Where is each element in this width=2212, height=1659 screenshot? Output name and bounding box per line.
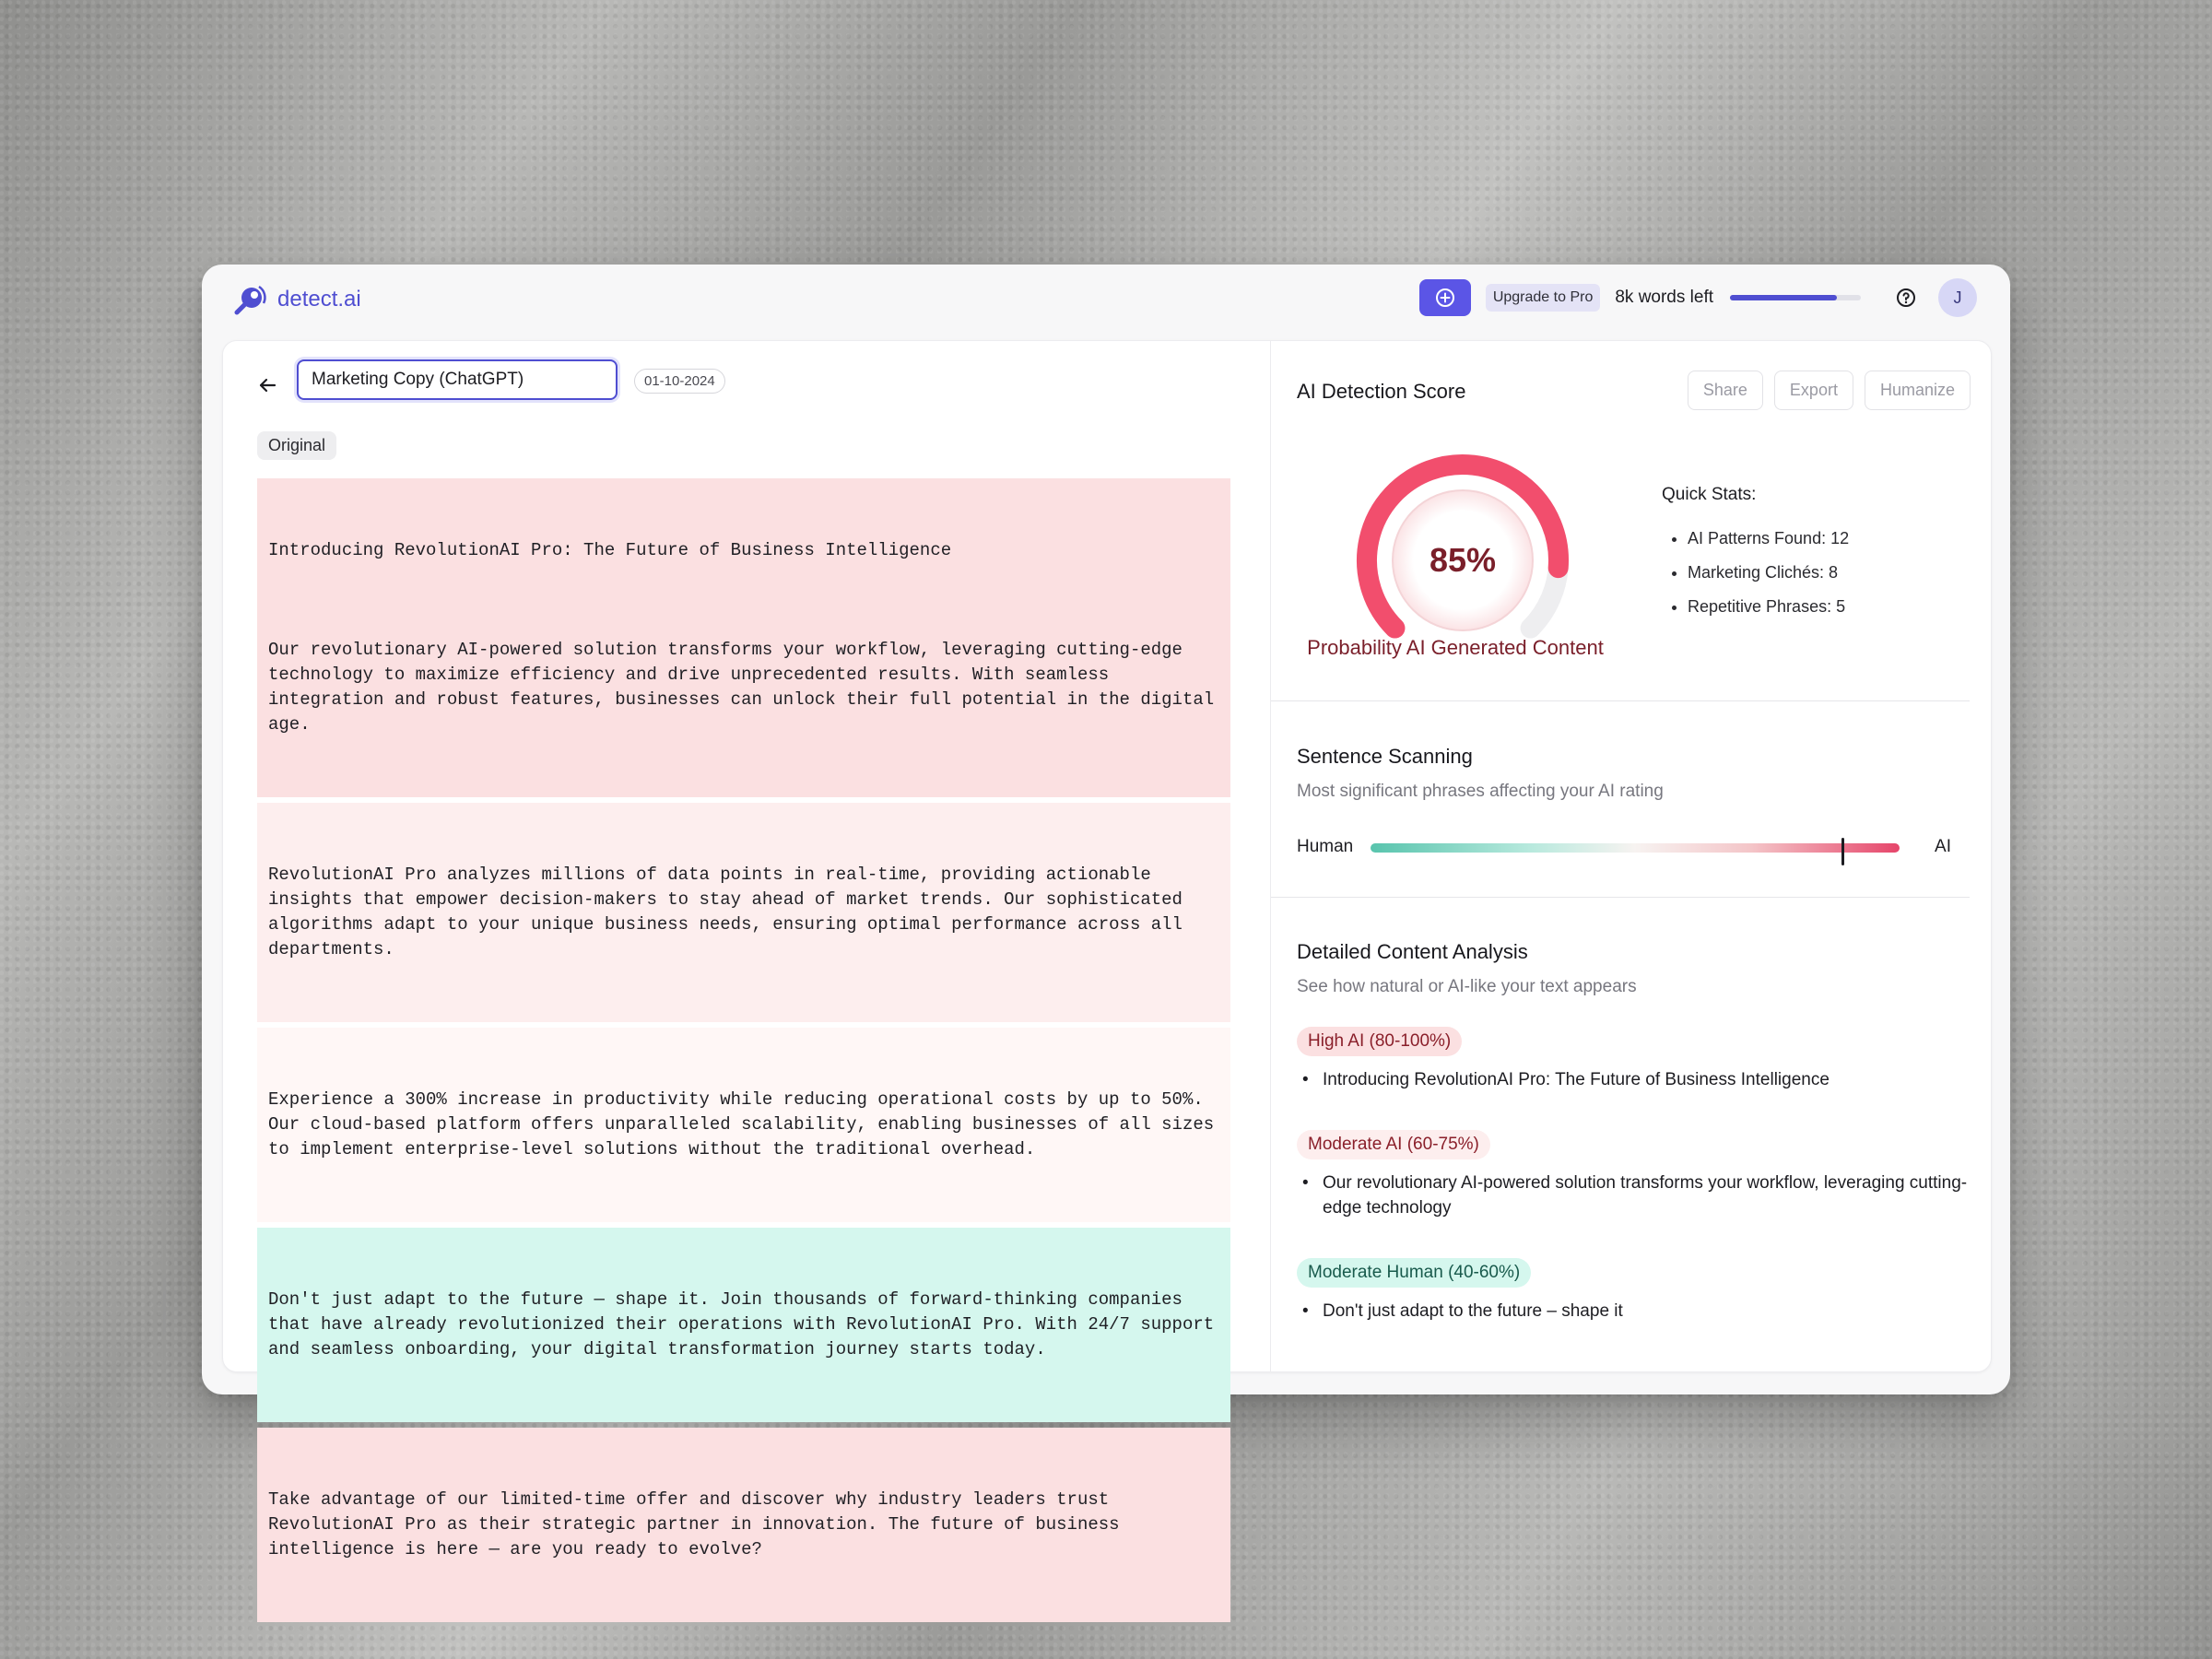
document-date-badge: 01-10-2024 bbox=[634, 369, 725, 394]
score-value: 85% bbox=[1430, 541, 1496, 579]
paragraph-line: Don't just adapt to the future — shape i… bbox=[268, 1289, 1225, 1359]
section-divider bbox=[1271, 897, 1970, 898]
scale-ai-label: AI bbox=[1935, 837, 1951, 856]
badge-high-ai: High AI (80-100%) bbox=[1297, 1027, 1463, 1056]
arrow-left-icon[interactable] bbox=[254, 372, 280, 398]
document-panel: 01-10-2024 Original Introducing Revoluti… bbox=[223, 341, 1270, 1622]
quick-stats: Quick Stats: AI Patterns Found: 12 Marke… bbox=[1662, 485, 1849, 624]
scale-marker[interactable] bbox=[1841, 838, 1844, 865]
score-actions: Share Export Humanize bbox=[1687, 371, 1971, 410]
paragraph-line: Our revolutionary AI-powered solution tr… bbox=[268, 640, 1225, 735]
human-ai-gradient-bar bbox=[1371, 838, 1900, 865]
document-text: Introducing RevolutionAI Pro: The Future… bbox=[257, 478, 1230, 1628]
help-icon[interactable] bbox=[1896, 288, 1916, 308]
paragraph-line: Experience a 300% increase in productivi… bbox=[268, 1089, 1225, 1159]
paragraph-line: Introducing RevolutionAI Pro: The Future… bbox=[268, 540, 952, 560]
scanning-subtitle: Most significant phrases affecting your … bbox=[1297, 782, 1664, 801]
export-button[interactable]: Export bbox=[1773, 371, 1853, 410]
paragraph-line: Take advantage of our limited-time offer… bbox=[268, 1489, 1130, 1559]
score-title: AI Detection Score bbox=[1297, 380, 1466, 403]
words-left-text: 8k words left bbox=[1615, 288, 1713, 307]
paragraph-low-ai: Experience a 300% increase in productivi… bbox=[257, 1028, 1230, 1222]
add-button[interactable] bbox=[1418, 279, 1471, 316]
paragraph-line: RevolutionAI Pro analyzes millions of da… bbox=[268, 865, 1194, 959]
share-button[interactable]: Share bbox=[1687, 371, 1763, 410]
add-circle-icon bbox=[1435, 288, 1454, 307]
paragraph-high-ai: Introducing RevolutionAI Pro: The Future… bbox=[257, 478, 1230, 797]
score-label: Probability AI Generated Content bbox=[1307, 636, 1604, 659]
logo[interactable]: detect.ai bbox=[231, 281, 361, 318]
analysis-subtitle: See how natural or AI-like your text app… bbox=[1297, 977, 1637, 996]
analysis-item: Our revolutionary AI-powered solution tr… bbox=[1302, 1171, 1968, 1220]
top-bar: detect.ai Upgrade to Pro 8k words left J bbox=[202, 265, 2010, 329]
stat-item: Marketing Clichés: 8 bbox=[1688, 556, 1849, 590]
avatar[interactable]: J bbox=[1938, 278, 1977, 317]
humanize-button[interactable]: Humanize bbox=[1864, 371, 1971, 410]
stat-item: Repetitive Phrases: 5 bbox=[1688, 590, 1849, 624]
score-gauge: 85% bbox=[1357, 454, 1569, 639]
quick-stats-title: Quick Stats: bbox=[1662, 485, 1757, 504]
logo-text: detect.ai bbox=[277, 287, 361, 312]
scale-human-label: Human bbox=[1297, 837, 1354, 856]
words-progress-fill bbox=[1730, 295, 1838, 300]
badge-moderate-human: Moderate Human (40-60%) bbox=[1297, 1258, 1532, 1288]
paragraph-moderate-human: Don't just adapt to the future — shape i… bbox=[257, 1228, 1230, 1422]
app-window: detect.ai Upgrade to Pro 8k words left J bbox=[202, 265, 2010, 1622]
scanning-title: Sentence Scanning bbox=[1297, 745, 1473, 768]
analysis-title: Detailed Content Analysis bbox=[1297, 940, 1528, 963]
stat-item: AI Patterns Found: 12 bbox=[1688, 522, 1849, 556]
sentence-scan-scale: Human AI bbox=[1297, 833, 1951, 865]
badge-moderate-ai: Moderate AI (60-75%) bbox=[1297, 1130, 1490, 1159]
analysis-item: Don't just adapt to the future – shape i… bbox=[1302, 1299, 1968, 1324]
main-card: 01-10-2024 Original Introducing Revoluti… bbox=[222, 340, 1992, 1622]
logo-icon bbox=[234, 285, 266, 315]
analysis-panel: AI Detection Score Share Export Humanize… bbox=[1271, 341, 1991, 1371]
toolbar: Upgrade to Pro 8k words left J bbox=[1418, 277, 1977, 318]
paragraph-high-ai: Take advantage of our limited-time offer… bbox=[257, 1428, 1230, 1622]
section-divider bbox=[1271, 700, 1970, 701]
paragraph-moderate-ai: RevolutionAI Pro analyzes millions of da… bbox=[257, 803, 1230, 1022]
analysis-item: Introducing RevolutionAI Pro: The Future… bbox=[1302, 1067, 1968, 1092]
tab-original[interactable]: Original bbox=[257, 431, 337, 460]
document-title-input[interactable] bbox=[297, 359, 618, 400]
upgrade-button[interactable]: Upgrade to Pro bbox=[1485, 284, 1601, 312]
words-progress-bar bbox=[1730, 295, 1861, 300]
